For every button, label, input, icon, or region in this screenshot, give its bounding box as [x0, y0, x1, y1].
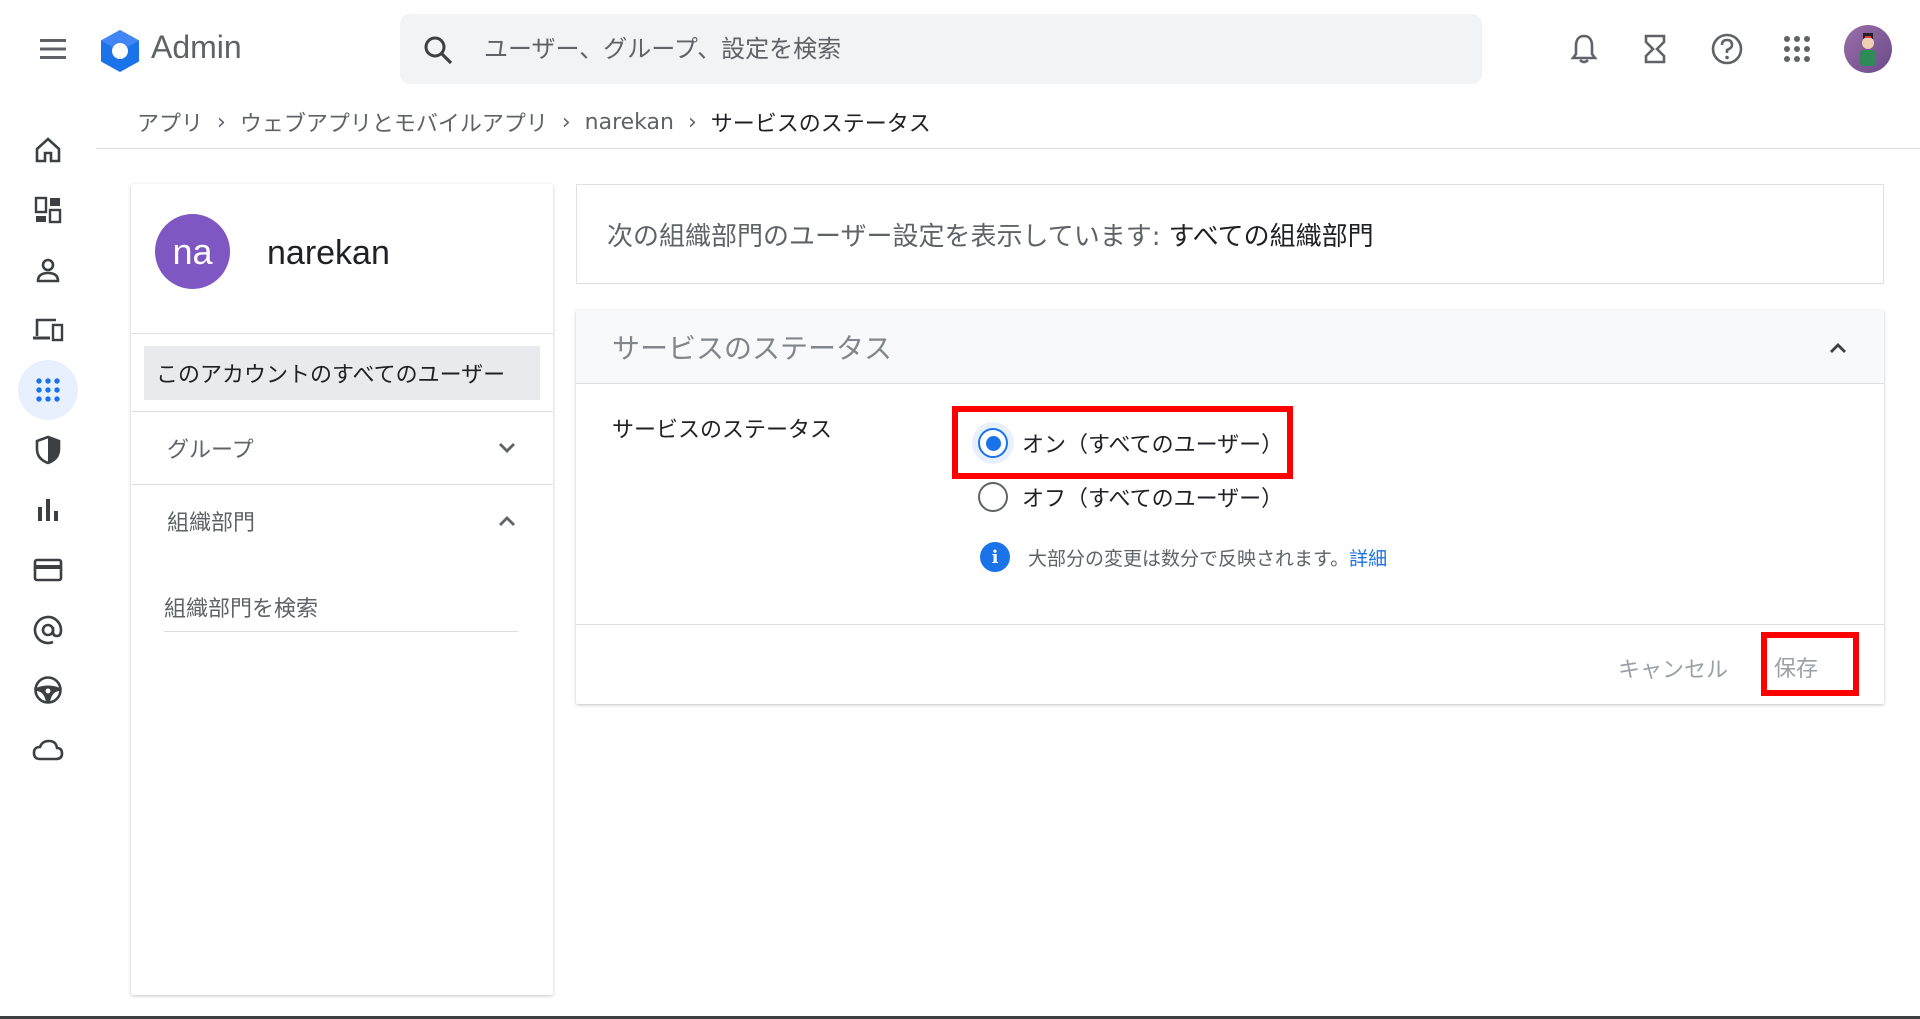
- apps-icon: [36, 378, 60, 402]
- service-status-card: サービスのステータス サービスのステータス オン（すべてのユーザー） オフ（すべ…: [576, 310, 1884, 704]
- dashboard-icon: [34, 196, 62, 224]
- org-name: narekan: [267, 234, 390, 272]
- search-input[interactable]: [484, 27, 1444, 71]
- info-icon: i: [980, 542, 1010, 572]
- person-icon: [36, 258, 60, 283]
- save-button[interactable]: 保存: [1762, 644, 1830, 690]
- nav-users[interactable]: [18, 240, 78, 300]
- radio-on-all-users[interactable]: オン（すべてのユーザー）: [978, 423, 1283, 463]
- radio-button-checked[interactable]: [978, 428, 1008, 458]
- search-bar[interactable]: [400, 14, 1482, 84]
- nav-dashboard[interactable]: [18, 180, 78, 240]
- nav-storage[interactable]: [18, 720, 78, 780]
- top-app-bar: Admin: [0, 0, 1920, 98]
- learn-more-link[interactable]: 詳細: [1349, 544, 1387, 571]
- shield-icon: [35, 435, 61, 465]
- nav-devices[interactable]: [18, 300, 78, 360]
- service-status-title: サービスのステータス: [612, 331, 893, 365]
- groups-label: グループ: [167, 438, 254, 463]
- hamburger-menu-icon: [40, 39, 66, 59]
- avatar-icon: [1860, 33, 1876, 66]
- radio-off-all-users[interactable]: オフ（すべてのユーザー）: [978, 477, 1283, 517]
- nav-billing[interactable]: [18, 540, 78, 600]
- propagation-note: i 大部分の変更は数分で反映されます。 詳細: [980, 542, 1387, 572]
- org-unit-search-input[interactable]: [164, 588, 518, 632]
- radio-on-label: オン（すべてのユーザー）: [1022, 433, 1284, 458]
- panel-divider: [131, 333, 553, 334]
- service-status-header[interactable]: サービスのステータス: [576, 310, 1884, 384]
- home-icon: [35, 137, 61, 163]
- help-icon: [1711, 33, 1743, 65]
- breadcrumb-apps[interactable]: アプリ: [137, 106, 203, 138]
- search-icon: [424, 36, 453, 65]
- radio-dot: [985, 435, 1001, 451]
- chevron-right-icon: ›: [561, 109, 571, 135]
- org-unit-info-card: 次の組織部門のユーザー設定を表示しています: すべての組織部門: [576, 184, 1884, 284]
- bell-icon: [1570, 34, 1598, 64]
- info-prefix: 次の組織部門のユーザー設定を表示しています:: [607, 221, 1161, 252]
- bar-chart-icon: [38, 499, 58, 521]
- account-avatar[interactable]: [1844, 25, 1892, 73]
- nav-account[interactable]: [18, 600, 78, 660]
- org-avatar: na: [155, 214, 230, 289]
- chevron-up-icon: [499, 516, 515, 526]
- notifications-button[interactable]: [1563, 28, 1605, 70]
- org-units-section[interactable]: 組織部門: [131, 485, 553, 557]
- breadcrumb-current: サービスのステータス: [710, 112, 931, 137]
- nav-home[interactable]: [18, 120, 78, 180]
- chevron-up-icon[interactable]: [1824, 334, 1852, 362]
- nav-security[interactable]: [18, 420, 78, 480]
- nav-apps[interactable]: [18, 360, 78, 420]
- setting-label: サービスのステータス: [612, 418, 833, 443]
- apps-grid-icon: [1784, 36, 1810, 62]
- org-panel: na narekan このアカウントのすべてのユーザー グループ 組織部門: [131, 184, 553, 995]
- devices-icon: [33, 318, 64, 342]
- admin-logo-icon[interactable]: [97, 28, 143, 74]
- apps-launcher-button[interactable]: [1776, 28, 1818, 70]
- hourglass-icon: [1644, 34, 1666, 64]
- note-text: 大部分の変更は数分で反映されます。: [1028, 547, 1350, 570]
- cloud-icon: [32, 739, 64, 761]
- breadcrumb-divider: [96, 148, 1920, 149]
- main-menu-button[interactable]: [30, 26, 76, 72]
- admin-console-page: Admin ユーザー、グループ、設定を検索 アプリ › ウェブアプリとモバイルア…: [0, 0, 1920, 1019]
- credit-card-icon: [33, 558, 63, 582]
- nav-rules[interactable]: [18, 660, 78, 720]
- breadcrumb: アプリ › ウェブアプリとモバイルアプリ › narekan › サービスのステ…: [137, 106, 931, 138]
- chevron-right-icon: ›: [217, 109, 226, 135]
- chevron-right-icon: ›: [687, 109, 697, 135]
- groups-section[interactable]: グループ: [131, 412, 553, 484]
- card-footer-divider: [576, 624, 1884, 625]
- nav-reports[interactable]: [18, 480, 78, 540]
- app-name: Admin: [151, 29, 242, 65]
- cancel-button[interactable]: キャンセル: [1604, 642, 1742, 694]
- tasks-button[interactable]: [1634, 28, 1676, 70]
- all-users-item[interactable]: このアカウントのすべてのユーザー: [144, 346, 540, 400]
- steering-wheel-icon: [34, 676, 62, 704]
- breadcrumb-narekan[interactable]: narekan: [585, 110, 674, 135]
- breadcrumb-web-mobile-apps[interactable]: ウェブアプリとモバイルアプリ: [240, 106, 548, 138]
- radio-button-unchecked[interactable]: [978, 482, 1008, 512]
- help-button[interactable]: [1706, 28, 1748, 70]
- chevron-down-icon: [499, 443, 515, 453]
- at-sign-icon: [33, 615, 63, 645]
- org-units-label: 組織部門: [167, 511, 256, 536]
- radio-off-label: オフ（すべてのユーザー）: [1022, 487, 1284, 512]
- info-org-unit: すべての組織部門: [1168, 221, 1374, 252]
